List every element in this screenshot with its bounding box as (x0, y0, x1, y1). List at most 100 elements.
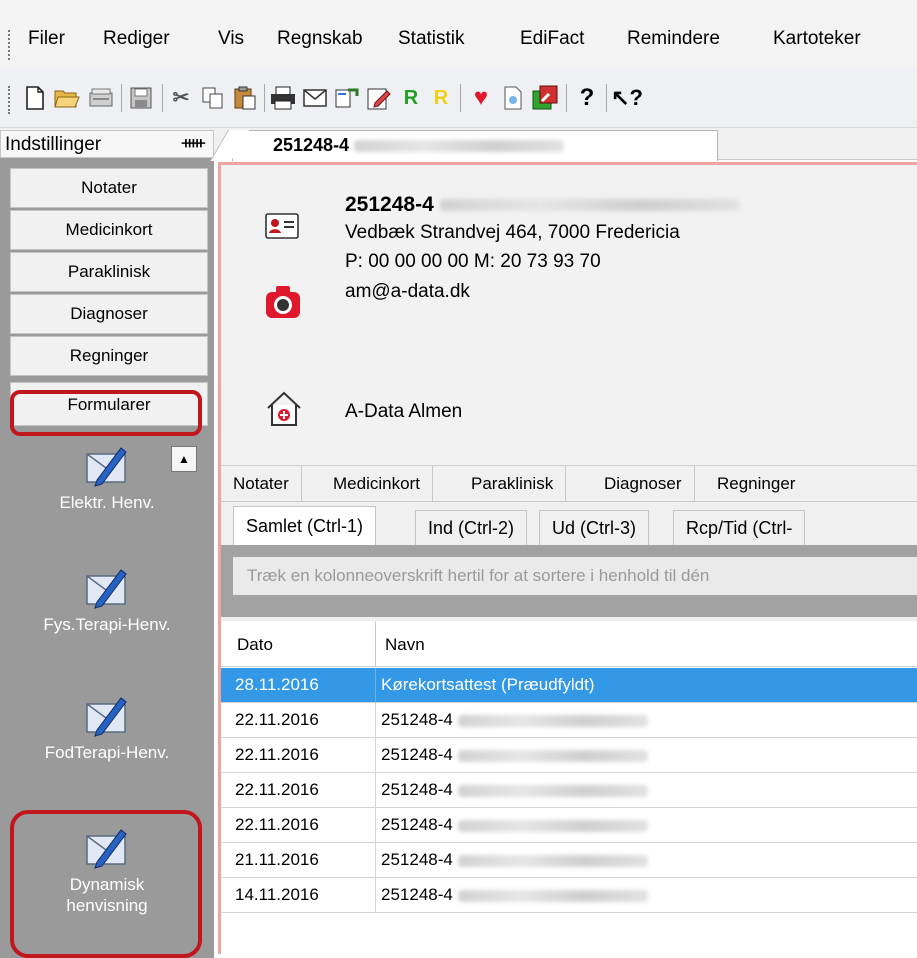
redacted-text (457, 749, 648, 762)
open-folder-icon[interactable] (54, 84, 80, 112)
camera-icon[interactable] (265, 285, 301, 319)
group-by-panel[interactable]: Træk en kolonneoverskrift hertil for at … (221, 545, 917, 617)
clinic-name: A-Data Almen (345, 401, 463, 422)
row-name: 251248-4 (381, 808, 648, 842)
copy-icon[interactable] (200, 84, 226, 112)
menu-filer[interactable]: Filer (28, 28, 65, 50)
menu-grip[interactable] (8, 30, 11, 60)
shortcut-elektr-henv[interactable]: Elektr. Henv. (0, 440, 214, 513)
pin-icon[interactable]: ᚔ (182, 133, 205, 153)
menu-vis[interactable]: Vis (218, 28, 244, 50)
document-tab[interactable]: 251248-4 (232, 130, 718, 161)
table-row[interactable]: 22.11.2016 251248-4 (221, 703, 917, 738)
table-row[interactable]: 14.11.2016 251248-4 (221, 878, 917, 913)
shortcut-label: FodTerapi-Henv. (44, 743, 170, 762)
patient-name: 251248-4 (345, 193, 740, 217)
menu-statistik[interactable]: Statistik (398, 28, 465, 50)
heart-icon[interactable]: ♥ (468, 84, 494, 112)
tab-samlet[interactable]: Samlet (Ctrl-1) (233, 506, 377, 547)
row-date: 22.11.2016 (235, 710, 319, 729)
export-icon[interactable] (532, 84, 558, 112)
row-date: 21.11.2016 (235, 850, 319, 869)
tab-medicinkort[interactable]: Medicinkort (321, 466, 433, 502)
primary-tabs: Notater Medicinkort Paraklinisk Diagnose… (221, 465, 917, 502)
whats-this-icon[interactable]: ↖? (611, 84, 643, 112)
column-header-dato[interactable]: Dato (237, 635, 273, 655)
redacted-text (457, 714, 648, 727)
redacted-text (457, 889, 648, 902)
table-row[interactable]: 22.11.2016 251248-4 (221, 808, 917, 843)
panel-header: Indstillinger ᚔ (0, 130, 214, 158)
document-grid: Dato Navn 28.11.2016 Kørekortsattest (Pr… (221, 621, 917, 957)
panel-button-paraklinisk[interactable]: Paraklinisk (10, 252, 208, 292)
group-by-hint: Træk en kolonneoverskrift hertil for at … (233, 557, 917, 595)
tab-notater[interactable]: Notater (221, 466, 302, 502)
row-date: 22.11.2016 (235, 745, 319, 764)
menu-kartoteker[interactable]: Kartoteker (773, 28, 861, 50)
menu-remindere[interactable]: Remindere (627, 28, 720, 50)
new-document-icon[interactable] (22, 84, 48, 112)
patient-address: Vedbæk Strandvej 464, 7000 Fredericia (345, 222, 680, 243)
patient-id: 251248-4 (345, 193, 434, 216)
table-row[interactable]: 21.11.2016 251248-4 (221, 843, 917, 878)
menu-bar: Filer Rediger Vis Regnskab Statistik Edi… (0, 0, 917, 68)
redacted-text (457, 819, 648, 832)
panel-button-notater[interactable]: Notater (10, 168, 208, 208)
toolbar-grip[interactable] (8, 86, 11, 114)
patient-email[interactable]: am@a-data.dk (345, 281, 470, 303)
phone-icon[interactable] (334, 84, 360, 112)
cut-icon[interactable]: ✂ (168, 84, 194, 112)
tab-ind[interactable]: Ind (Ctrl-2) (415, 510, 528, 546)
tab-ud[interactable]: Ud (Ctrl-3) (539, 510, 649, 546)
tab-paraklinisk[interactable]: Paraklinisk (459, 466, 567, 502)
tab-regninger[interactable]: Regninger (705, 466, 807, 502)
table-row[interactable]: 28.11.2016 Kørekortsattest (Præudfyldt) (221, 668, 917, 703)
table-row[interactable]: 22.11.2016 251248-4 (221, 773, 917, 808)
panel-button-regninger[interactable]: Regninger (10, 336, 208, 376)
shortcut-fodterapi-henv[interactable]: FodTerapi-Henv. (0, 690, 214, 763)
help-icon[interactable]: ? (574, 84, 600, 112)
r-green-icon[interactable]: R (398, 84, 424, 112)
clinic-home-icon[interactable] (265, 391, 303, 427)
menu-regnskab[interactable]: Regnskab (277, 28, 363, 50)
menu-edifact[interactable]: EdiFact (520, 28, 584, 50)
row-date: 28.11.2016 (235, 675, 319, 694)
mail-icon[interactable] (302, 84, 328, 112)
print-icon[interactable] (270, 84, 296, 112)
toolbar: ✂ R R ♥ ? ↖? (0, 68, 917, 128)
document-icon[interactable] (500, 84, 526, 112)
patient-info: 251248-4 Vedbæk Strandvej 464, 7000 Fred… (221, 165, 917, 465)
redacted-text (457, 854, 648, 867)
shortcut-label: Elektr. Henv. (59, 493, 155, 512)
highlight-formularer (10, 390, 202, 436)
envelope-pen-icon (86, 569, 127, 609)
scanner-icon[interactable] (88, 84, 114, 112)
envelope-pen-icon (86, 447, 127, 487)
edit-icon[interactable] (366, 84, 392, 112)
row-name: 251248-4 (381, 878, 648, 912)
highlight-dynamisk-henvisning (10, 810, 202, 958)
envelope-pen-icon (86, 697, 127, 737)
row-date: 22.11.2016 (235, 780, 319, 799)
contact-card-icon[interactable] (265, 213, 299, 239)
row-date: 22.11.2016 (235, 815, 319, 834)
grid-header: Dato Navn (221, 621, 917, 667)
tab-rcp-tid[interactable]: Rcp/Tid (Ctrl- (673, 510, 806, 546)
menu-rediger[interactable]: Rediger (103, 28, 170, 50)
patient-card: 251248-4 Vedbæk Strandvej 464, 7000 Fred… (218, 162, 917, 957)
r-yellow-icon[interactable]: R (428, 84, 454, 112)
document-tab-title: 251248-4 (273, 135, 350, 155)
document-tabstrip: 251248-4 (214, 130, 917, 161)
panel-button-medicinkort[interactable]: Medicinkort (10, 210, 208, 250)
tab-diagnoser[interactable]: Diagnoser (592, 466, 695, 502)
row-name: 251248-4 (381, 703, 648, 737)
column-header-navn[interactable]: Navn (385, 635, 425, 655)
panel-button-diagnoser[interactable]: Diagnoser (10, 294, 208, 334)
shortcut-fys-terapi-henv[interactable]: Fys.Terapi-Henv. (0, 562, 214, 635)
paste-icon[interactable] (232, 84, 258, 112)
patient-phone: P: 00 00 00 00 M: 20 73 93 70 (345, 251, 601, 272)
redacted-text (439, 199, 740, 212)
table-row[interactable]: 22.11.2016 251248-4 (221, 738, 917, 773)
save-icon[interactable] (128, 84, 154, 112)
row-name: 251248-4 (381, 843, 648, 877)
